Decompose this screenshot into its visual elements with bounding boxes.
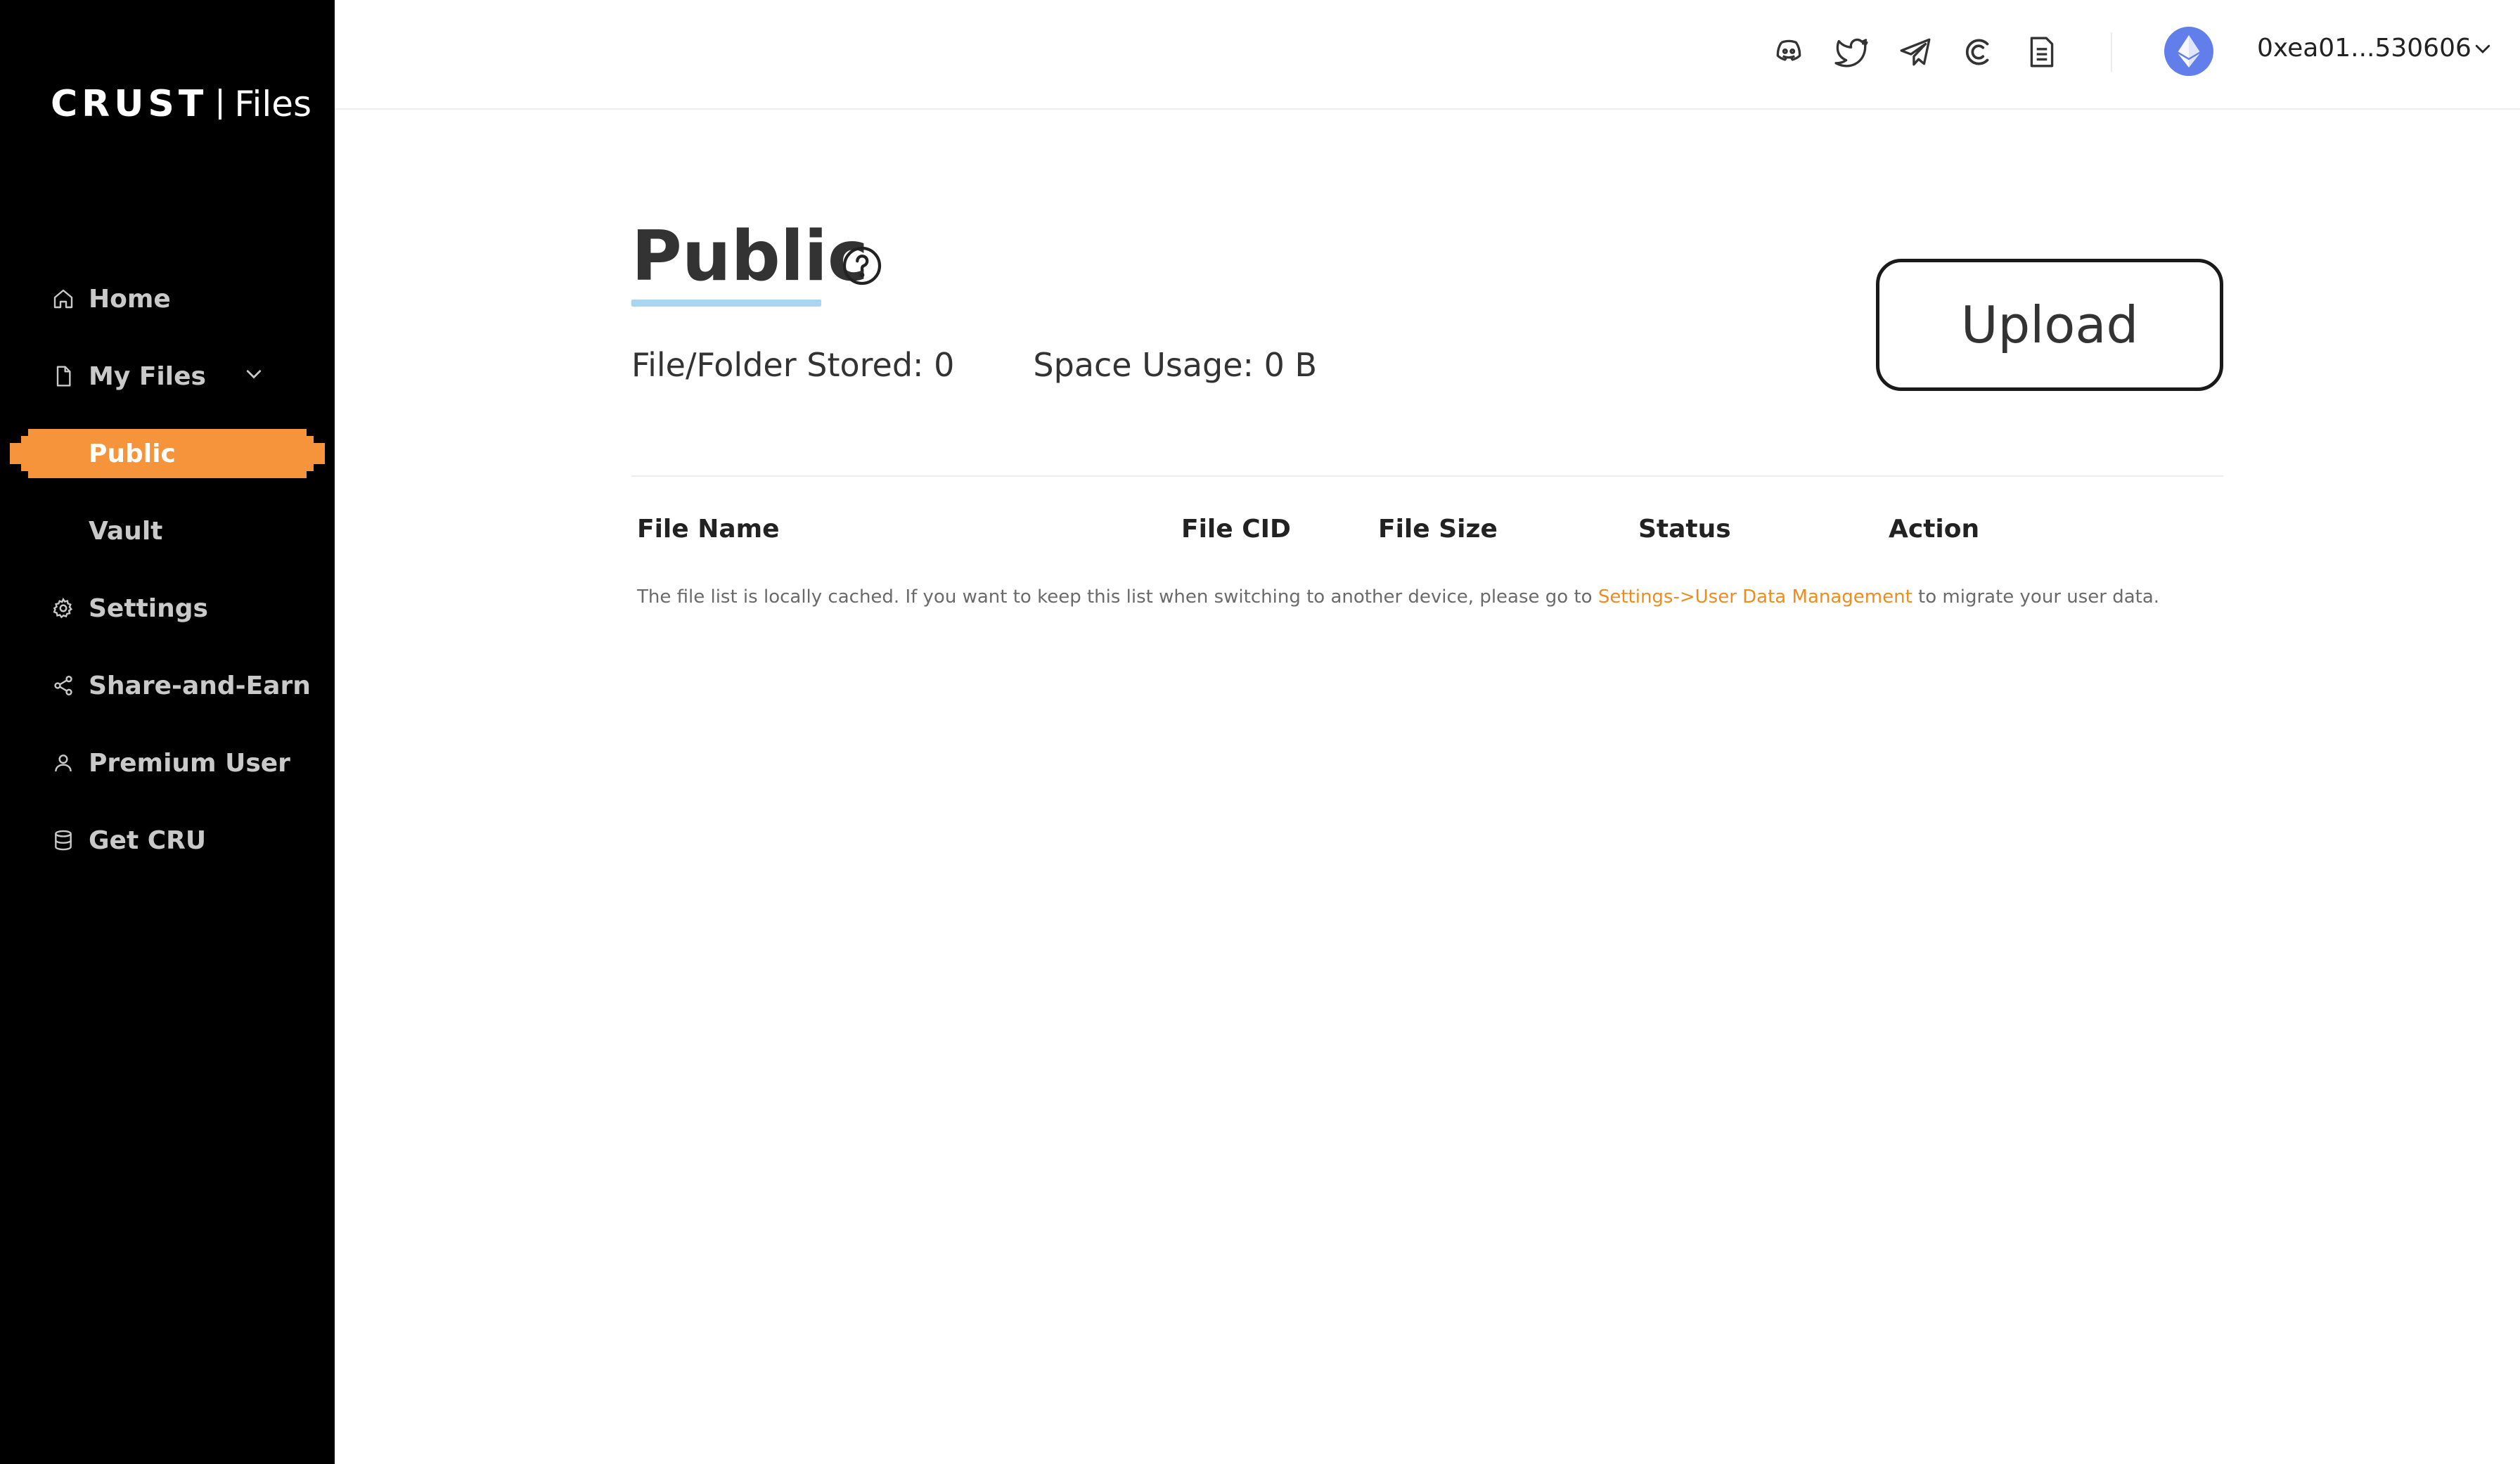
upload-button[interactable]: Upload (1876, 259, 2223, 391)
sidebar-item-home[interactable]: Home (0, 260, 335, 338)
sidebar-item-label: My Files (89, 361, 206, 391)
ethereum-icon[interactable] (2164, 27, 2213, 76)
sidebar-item-label: Vault (89, 516, 163, 546)
home-icon (51, 286, 76, 312)
crust-icon[interactable] (1960, 34, 1997, 70)
column-file-size[interactable]: File Size (1378, 515, 1498, 544)
sidebar-nav: Home My Files Public Vault Settings Shar… (0, 260, 335, 879)
column-file-name[interactable]: File Name (637, 515, 780, 544)
cache-notice: The file list is locally cached. If you … (637, 586, 2159, 608)
sidebar-item-label: Share-and-Earn (89, 671, 311, 700)
sidebar-item-my-files[interactable]: My Files (0, 338, 335, 415)
account-address[interactable]: 0xea01...530606 (2257, 34, 2471, 63)
social-links (1770, 34, 2060, 70)
chevron-down-icon[interactable] (2472, 38, 2493, 63)
logo-files-text: Files (234, 84, 312, 124)
storage-stats: File/Folder Stored: 0 Space Usage: 0 B (631, 346, 1317, 384)
user-data-management-link[interactable]: Settings->User Data Management (1598, 586, 1912, 608)
cache-notice-suffix: to migrate your user data. (1912, 586, 2160, 608)
share-icon (51, 673, 76, 698)
header-divider (2111, 32, 2112, 72)
database-icon (51, 828, 76, 853)
chevron-down-icon[interactable] (243, 362, 264, 391)
file-icon (51, 364, 76, 389)
column-status[interactable]: Status (1638, 515, 1731, 544)
help-icon[interactable] (841, 245, 883, 290)
sidebar-item-public[interactable]: Public (0, 415, 335, 492)
sidebar-item-get-cru[interactable]: Get CRU (0, 802, 335, 879)
sidebar-item-label: Settings (89, 593, 208, 623)
space-usage-stat: Space Usage: 0 B (1033, 346, 1318, 384)
sidebar-item-vault[interactable]: Vault (0, 492, 335, 570)
logo-crust-text: CRUST (51, 83, 208, 125)
cache-notice-text: The file list is locally cached. If you … (637, 586, 1598, 608)
sidebar-item-label: Home (89, 284, 171, 314)
title-underline (631, 300, 821, 307)
column-action[interactable]: Action (1889, 515, 1979, 544)
files-stored-stat: File/Folder Stored: 0 (631, 346, 955, 384)
sidebar-item-premium-user[interactable]: Premium User (0, 724, 335, 802)
table-divider (631, 475, 2223, 477)
sidebar-item-label: Get CRU (89, 826, 207, 855)
sidebar-item-share-and-earn[interactable]: Share-and-Earn (0, 647, 335, 724)
page-title: Public (631, 217, 869, 297)
user-icon (51, 750, 76, 776)
document-icon[interactable] (2024, 34, 2060, 70)
app-logo[interactable]: CRUST Files (51, 83, 311, 125)
sidebar: CRUST Files Home My Files Public Vault S… (0, 0, 335, 1464)
sidebar-item-label: Public (89, 439, 176, 468)
logo-divider (219, 89, 222, 120)
discord-icon[interactable] (1770, 34, 1807, 70)
gear-icon (51, 596, 76, 621)
column-file-cid[interactable]: File CID (1181, 515, 1291, 544)
telegram-icon[interactable] (1897, 34, 1934, 70)
sidebar-item-settings[interactable]: Settings (0, 570, 335, 647)
twitter-icon[interactable] (1834, 34, 1870, 70)
sidebar-item-label: Premium User (89, 748, 290, 778)
